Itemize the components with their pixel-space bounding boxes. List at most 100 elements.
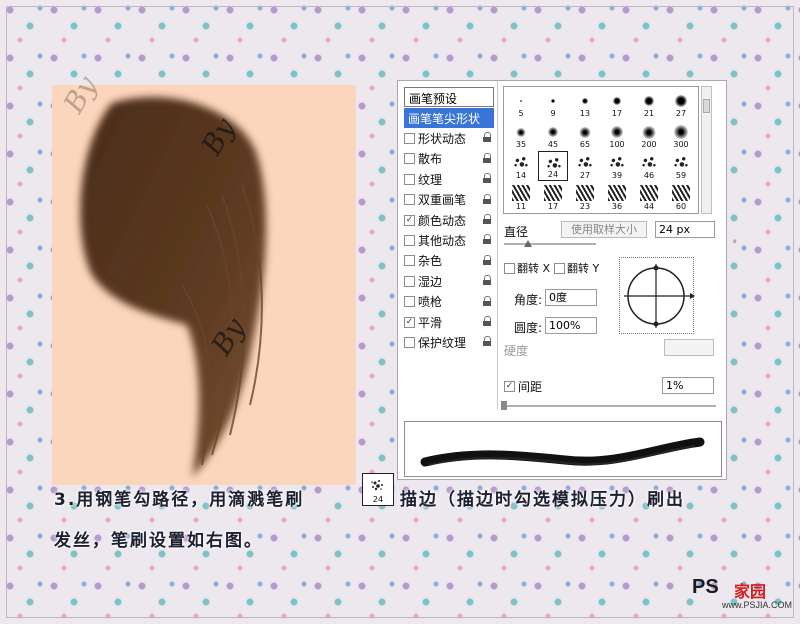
flip-x-checkbox[interactable]: 翻转 X bbox=[504, 260, 550, 276]
brush-tip-round[interactable]: 27 bbox=[666, 89, 696, 119]
brush-tip-soft[interactable]: 300 bbox=[666, 120, 696, 150]
brush-tip-spatter[interactable]: 59 bbox=[666, 151, 696, 181]
flip-y-checkbox[interactable]: 翻转 Y bbox=[554, 260, 599, 276]
lock-icon[interactable] bbox=[482, 275, 492, 286]
brush-stroke-preview bbox=[404, 421, 722, 477]
sidebar-item[interactable]: 喷枪 bbox=[404, 292, 494, 312]
brush-tip-round[interactable]: 9 bbox=[538, 89, 568, 119]
hardness-field bbox=[664, 339, 714, 356]
lock-icon[interactable] bbox=[482, 295, 492, 307]
brush-tip-soft[interactable]: 45 bbox=[538, 120, 568, 150]
brush-size-number: 24 bbox=[372, 495, 384, 504]
brush-tip-soft-icon bbox=[674, 125, 688, 139]
logo-ps-text: PS bbox=[692, 576, 719, 598]
lock-icon[interactable] bbox=[482, 193, 492, 205]
checkbox-box[interactable] bbox=[404, 296, 415, 308]
brush-tip-size: 36 bbox=[611, 202, 623, 211]
brush-tip-soft[interactable]: 35 bbox=[506, 120, 536, 150]
brush-tip-soft[interactable]: 200 bbox=[634, 120, 664, 150]
sidebar-item[interactable]: 其他动态 bbox=[404, 230, 494, 250]
brush-tip-chalk[interactable]: 17 bbox=[538, 182, 568, 212]
brush-tip-size: 46 bbox=[643, 171, 655, 180]
diameter-slider[interactable] bbox=[504, 240, 596, 247]
flip-x-label: 翻转 X bbox=[517, 262, 551, 275]
brush-tip-soft-icon bbox=[579, 126, 591, 138]
checkbox-box[interactable]: ✓ bbox=[404, 214, 415, 226]
sidebar-item[interactable]: 保护纹理 bbox=[404, 332, 494, 352]
angle-roundness-widget[interactable] bbox=[619, 257, 695, 334]
checkbox-box[interactable] bbox=[404, 132, 415, 144]
sidebar-item-label: 其他动态 bbox=[418, 233, 467, 248]
brush-grid-scrollbar[interactable] bbox=[701, 86, 712, 214]
sidebar-item-label: 画笔笔尖形状 bbox=[408, 111, 481, 126]
brush-tip-chalk[interactable]: 44 bbox=[634, 182, 664, 212]
sidebar-item[interactable]: 形状动态 bbox=[404, 128, 494, 148]
lock-icon[interactable] bbox=[482, 214, 492, 225]
sidebar-item[interactable]: 纹理 bbox=[404, 169, 494, 189]
checkbox-box[interactable] bbox=[404, 153, 415, 165]
brush-tip-size: 39 bbox=[611, 171, 623, 180]
brush-tip-round[interactable]: 13 bbox=[570, 89, 600, 119]
checkbox-box[interactable]: ✓ bbox=[504, 381, 515, 392]
brush-tip-round[interactable]: 21 bbox=[634, 89, 664, 119]
checkbox-box[interactable]: ✓ bbox=[404, 316, 415, 328]
brush-tip-round[interactable]: 17 bbox=[602, 89, 632, 119]
brush-presets-tab[interactable]: 画笔预设 bbox=[404, 87, 494, 107]
sidebar-item[interactable]: 杂色 bbox=[404, 251, 494, 271]
diameter-field[interactable]: 24 px bbox=[655, 221, 715, 238]
sidebar-item-label: 杂色 bbox=[418, 254, 443, 269]
brush-tip-chalk[interactable]: 60 bbox=[666, 182, 696, 212]
brush-tip-size: 13 bbox=[579, 109, 591, 118]
brush-tip-grid[interactable]: 5 9 13 17 21 27 35 45 65 100 200 300 14 24 27 39 46 59 11 1… bbox=[503, 86, 699, 214]
brush-tip-size: 45 bbox=[547, 140, 559, 149]
checkbox-box[interactable] bbox=[404, 336, 415, 348]
checkbox-box[interactable] bbox=[404, 173, 415, 185]
slider-knob[interactable] bbox=[524, 240, 532, 247]
checkbox-box[interactable] bbox=[404, 255, 415, 267]
checkbox-box[interactable] bbox=[404, 234, 415, 246]
spacing-slider[interactable] bbox=[501, 401, 716, 410]
lock-icon[interactable] bbox=[482, 336, 492, 347]
brush-tip-spatter[interactable]: 46 bbox=[634, 151, 664, 181]
brush-tip-chalk[interactable]: 11 bbox=[506, 182, 536, 212]
sidebar-item[interactable]: ✓ 平滑 bbox=[404, 312, 494, 332]
brush-tip-round[interactable]: 5 bbox=[506, 89, 536, 119]
spacing-checkbox[interactable]: ✓ 间距 bbox=[504, 378, 542, 395]
lock-icon[interactable] bbox=[482, 152, 492, 164]
sidebar-item-label: 形状动态 bbox=[418, 131, 467, 146]
use-sample-size-button[interactable]: 使用取样大小 bbox=[561, 221, 647, 238]
brush-tip-spatter[interactable]: 14 bbox=[506, 151, 536, 181]
brush-tip-soft[interactable]: 65 bbox=[570, 120, 600, 150]
lock-icon[interactable] bbox=[482, 316, 492, 327]
sidebar-item-label: 颜色动态 bbox=[418, 213, 467, 228]
checkbox-box[interactable] bbox=[504, 262, 515, 274]
brush-tip-size: 200 bbox=[641, 140, 657, 149]
brush-tip-spatter[interactable]: 24 bbox=[538, 151, 568, 181]
psjia-logo: PS 家园 www.PSJIA.COM bbox=[688, 576, 792, 612]
brush-tip-soft[interactable]: 100 bbox=[602, 120, 632, 150]
checkbox-box[interactable] bbox=[404, 194, 415, 206]
sidebar-item-label: 湿边 bbox=[418, 274, 443, 289]
checkbox-box[interactable] bbox=[404, 275, 415, 287]
sidebar-item[interactable]: 湿边 bbox=[404, 271, 494, 291]
brush-tip-soft-icon bbox=[611, 126, 623, 138]
brush-tip-chalk[interactable]: 23 bbox=[570, 182, 600, 212]
checkbox-box[interactable] bbox=[554, 262, 565, 274]
sidebar-item[interactable]: 散布 bbox=[404, 149, 494, 169]
sidebar-item[interactable]: 双重画笔 bbox=[404, 190, 494, 210]
brush-tip-spatter[interactable]: 39 bbox=[602, 151, 632, 181]
spacing-field[interactable]: 1% bbox=[662, 377, 714, 394]
lock-icon[interactable] bbox=[482, 173, 492, 184]
brush-tip-size: 17 bbox=[611, 109, 623, 118]
scroll-thumb[interactable] bbox=[703, 99, 710, 113]
sidebar-item[interactable]: 画笔笔尖形状 bbox=[404, 108, 494, 128]
slider-knob[interactable] bbox=[501, 401, 507, 410]
lock-icon[interactable] bbox=[482, 132, 492, 143]
roundness-field[interactable]: 100% bbox=[545, 317, 597, 334]
brush-tip-chalk[interactable]: 36 bbox=[602, 182, 632, 212]
lock-icon[interactable] bbox=[482, 254, 492, 266]
lock-icon[interactable] bbox=[482, 234, 492, 245]
brush-tip-spatter[interactable]: 27 bbox=[570, 151, 600, 181]
angle-field[interactable]: 0度 bbox=[545, 289, 597, 306]
sidebar-item[interactable]: ✓ 颜色动态 bbox=[404, 210, 494, 230]
